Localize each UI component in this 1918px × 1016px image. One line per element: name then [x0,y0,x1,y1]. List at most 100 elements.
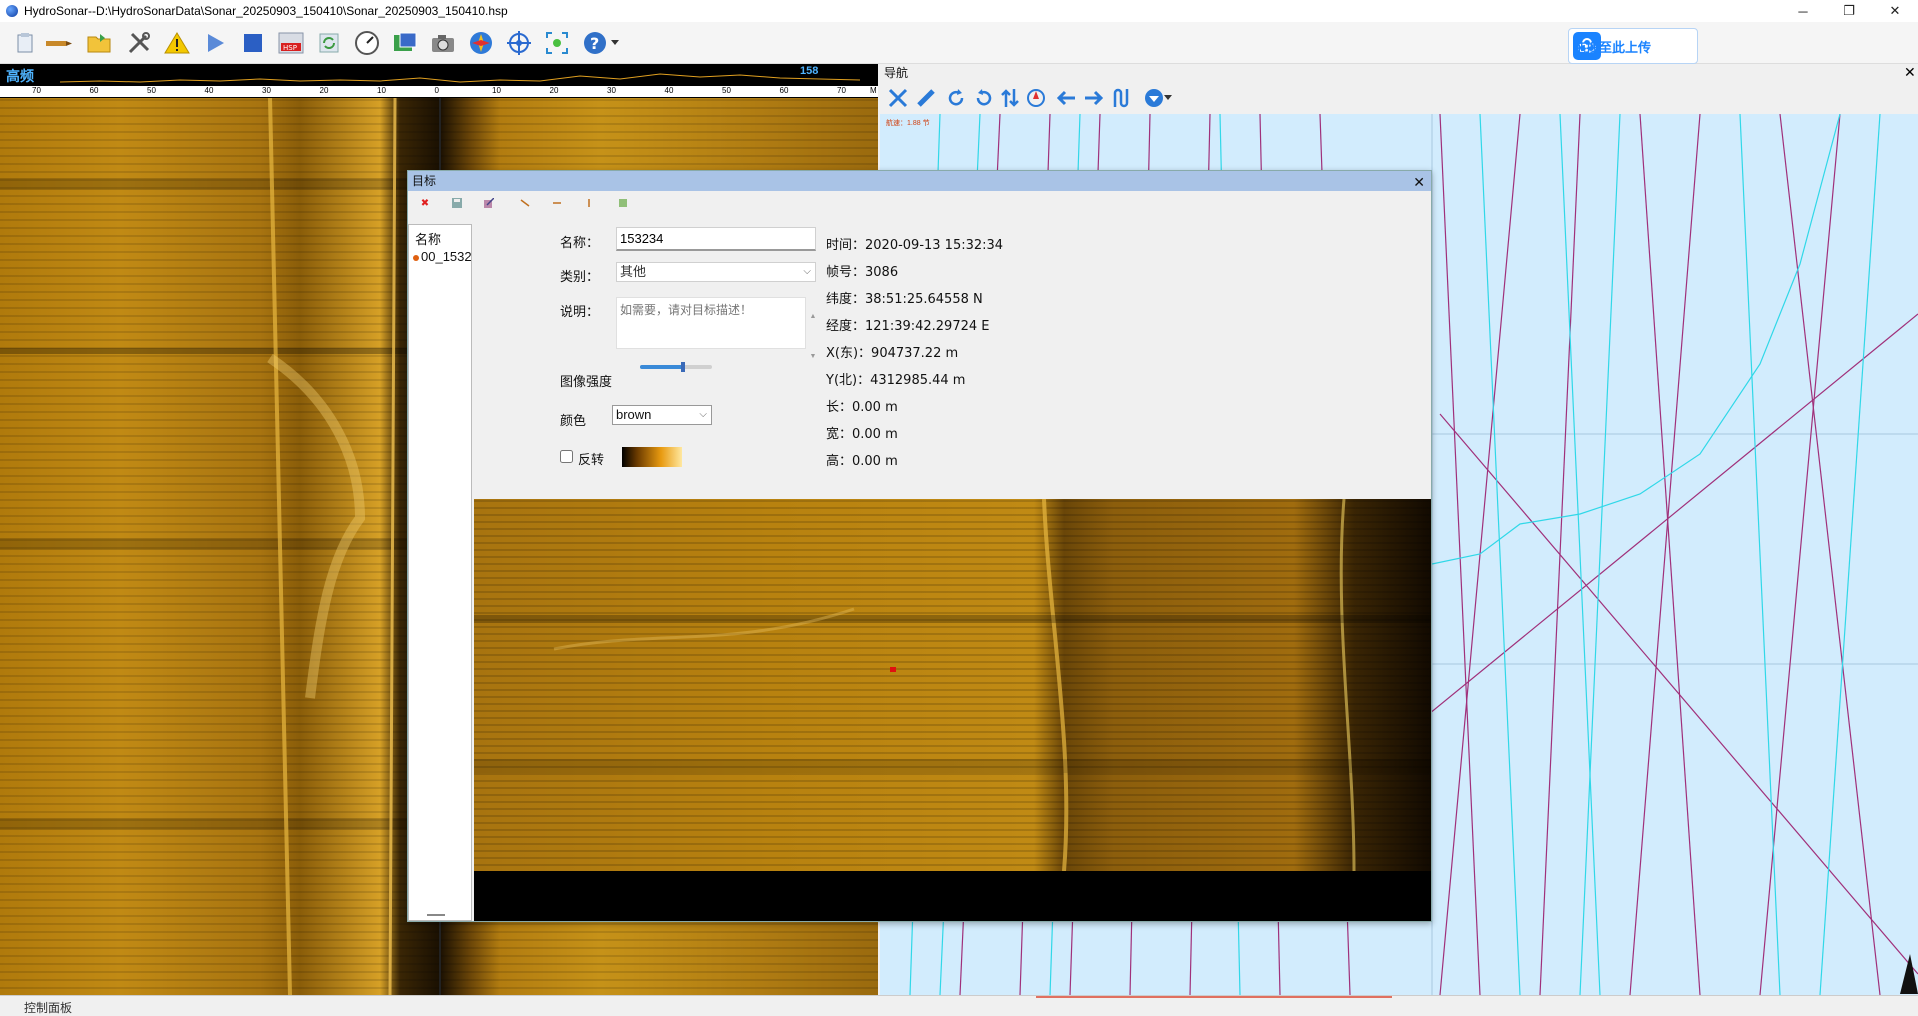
info-line: 时间：2020-09-13 15:32:34 [826,238,1004,253]
line-tool-icon[interactable] [518,196,532,210]
sonar-value: 158 [800,65,819,77]
camera-icon[interactable] [428,28,458,58]
arrow-left-icon[interactable] [1054,86,1078,110]
close-button[interactable]: ✕ [1872,0,1918,22]
restore-button[interactable]: ❐ [1826,0,1872,22]
list-item[interactable]: 00_153234 [413,249,471,264]
bullet-icon[interactable] [44,28,74,58]
intensity-thumb[interactable] [681,362,686,372]
ruler-tick-label: 20 [319,86,329,95]
zoom-extent-icon[interactable] [886,86,910,110]
description-textarea[interactable] [616,297,806,349]
ruler-tick-label: 40 [664,86,674,95]
vertical-measure-icon[interactable] [582,196,596,210]
ruler-tick-label: 50 [147,86,156,95]
navigation-toolbar [880,82,1918,114]
rotate-cw-icon[interactable] [944,86,968,110]
ruler-tick-label: 60 [779,86,789,95]
status-bar: 控制面板 [0,995,1918,1016]
export-icon[interactable] [616,196,630,210]
ruler-tick-label: 10 [377,86,386,95]
target-preview-image[interactable] [474,499,1431,921]
ruler-tick-label: 20 [549,86,559,95]
upload-label: 拖拽至此上传 [1573,40,1652,56]
color-select[interactable]: brown ⌵ [612,405,712,425]
help-icon[interactable]: ? [580,28,610,58]
edit-icon[interactable] [482,196,496,210]
ruler-tick-label: 0 [434,86,439,95]
horizontal-measure-icon[interactable] [550,196,564,210]
intensity-label: 图像强度 [560,375,613,390]
stop-icon[interactable] [238,28,268,58]
description-label: 说明： [560,305,600,320]
hsp-icon[interactable]: HSP [276,28,306,58]
frequency-label: 高频 [6,68,34,84]
info-line: Y(北)：4312985.44 m [826,373,966,388]
ruler-tick-label: 30 [262,86,271,95]
new-file-icon[interactable] [10,28,40,58]
intensity-fill [640,365,684,369]
minimize-button[interactable]: ─ [1780,0,1826,22]
color-dropdown-icon: ⌵ [699,409,707,420]
name-input[interactable] [616,227,816,251]
list-header: 名称 [415,232,442,247]
target-marker-icon [413,254,419,261]
invert-checkbox[interactable] [560,450,573,463]
compass-icon[interactable] [466,28,496,58]
target-crosshair-icon[interactable] [504,28,534,58]
warning-icon[interactable] [162,28,192,58]
info-line: 纬度：38:51:25.64558 N [826,292,983,307]
north-up-icon[interactable] [1024,86,1048,110]
color-value: brown [616,407,652,422]
info-line: 帧号：3086 [826,265,899,280]
measure-ruler-icon[interactable] [914,86,938,110]
category-select[interactable]: 其他 ⌵ [616,262,816,282]
flip-vertical-icon[interactable] [998,86,1022,110]
ruler-unit: M [870,86,877,95]
navigation-title: 导航 [880,64,1918,82]
info-line: 高：0.00 m [826,454,898,469]
upload-button[interactable]: 拖拽至此上传 [1568,28,1698,64]
ruler-tick-label: 30 [607,86,616,95]
list-scrollbar[interactable] [427,914,445,916]
dialog-title-text: 目标 [412,174,437,188]
rotate-ccw-icon[interactable] [972,86,996,110]
category-value: 其他 [620,264,647,279]
info-line: X(东)：904737.22 m [826,346,959,361]
refresh-icon[interactable] [314,28,344,58]
arrow-right-icon[interactable] [1082,86,1106,110]
app-icon [6,5,18,17]
play-icon[interactable] [200,28,230,58]
help-dropdown-icon[interactable] [608,28,622,58]
ruler-tick-label: 70 [837,86,846,95]
gauge-icon[interactable] [352,28,382,58]
tools-icon[interactable] [124,28,154,58]
track-route-icon[interactable] [1110,86,1134,110]
color-label: 颜色 [560,414,587,429]
fit-view-icon[interactable] [542,28,572,58]
open-folder-icon[interactable] [84,28,114,58]
layer-dropdown-icon[interactable] [1162,86,1174,110]
navigation-close-icon[interactable]: ✕ [1904,64,1916,81]
invert-label: 反转 [578,453,605,468]
info-line: 宽：0.00 m [826,427,898,442]
target-list[interactable]: 名称 00_153234 [408,224,472,921]
ruler-tick-label: 50 [722,86,731,95]
control-panel-tab[interactable]: 控制面板 [24,999,72,1016]
north-arrow-icon [1900,954,1918,994]
dialog-title: 目标 ✕ [408,171,1431,191]
info-line: 长：0.00 m [826,400,898,415]
ruler-tick-label: 60 [89,86,99,95]
target-dialog: 目标 ✕ ✖ 名称 00_153234 名称： 类别： 其他 ⌵ 说明： ▲▼ … [407,170,1432,922]
dialog-close-button[interactable]: ✕ [1413,172,1425,192]
ruler-tick-label: 70 [32,86,41,95]
description-scrollbar[interactable]: ▲ ▼ [808,297,818,360]
export-image-icon[interactable] [390,28,420,58]
save-icon[interactable] [450,196,464,210]
svg-text:?: ? [590,34,599,53]
dialog-toolbar: ✖ [408,191,1431,215]
target-marker [890,667,896,672]
category-dropdown-icon: ⌵ [803,266,811,277]
intensity-slider[interactable] [640,362,712,372]
delete-icon[interactable]: ✖ [418,196,432,210]
